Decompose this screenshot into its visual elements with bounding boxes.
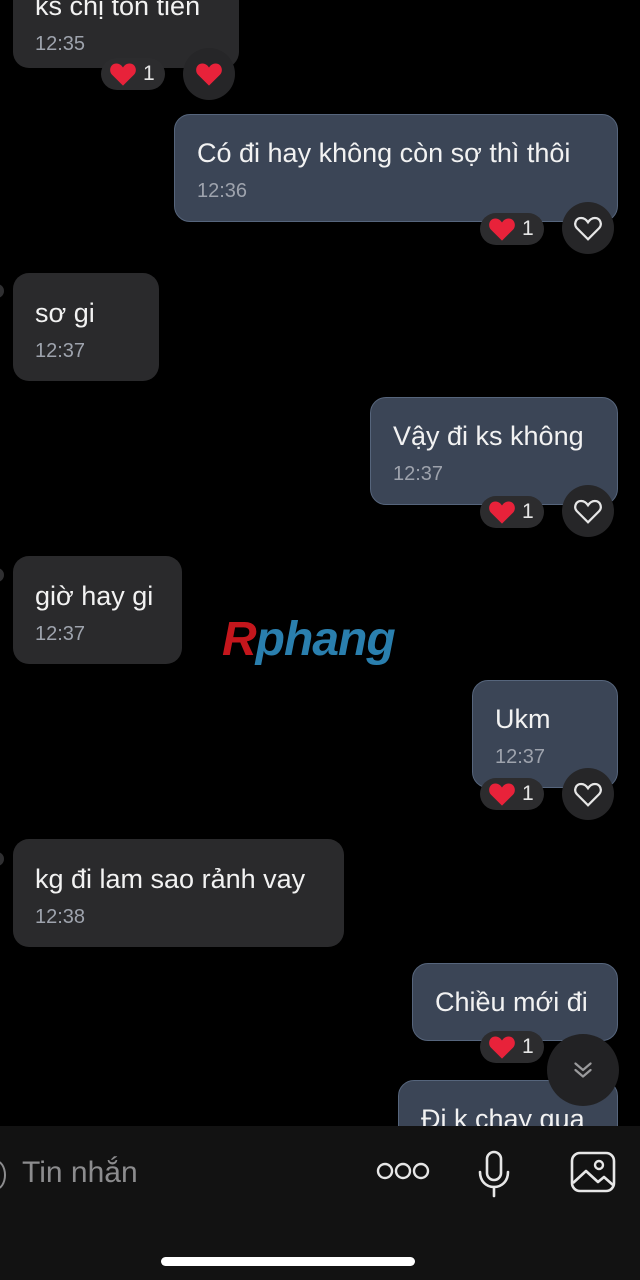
react-button[interactable] (562, 485, 614, 537)
image-icon (570, 1151, 616, 1193)
react-button[interactable] (562, 202, 614, 254)
react-button[interactable] (183, 48, 235, 100)
reaction-count: 1 (522, 500, 534, 523)
message-time: 12:35 (35, 33, 86, 55)
emoji-button[interactable] (0, 1160, 6, 1190)
message-time: 12:37 (35, 623, 86, 645)
heart-filled-icon (110, 63, 136, 86)
reaction-count: 1 (522, 217, 534, 240)
home-indicator (161, 1257, 415, 1266)
message-bubble-incoming[interactable]: giờ hay gi 12:37 (13, 556, 182, 664)
message-input[interactable]: Tin nhắn (22, 1156, 138, 1190)
reaction-count-badge[interactable]: 1 (480, 778, 544, 810)
message-text: Đi k chay qua (421, 1104, 585, 1126)
double-chevron-down-icon (574, 1062, 592, 1078)
avatar[interactable] (0, 284, 4, 298)
reaction-count: 1 (522, 1035, 534, 1058)
react-button[interactable] (562, 768, 614, 820)
message-text: Có đi hay không còn sợ thì thôi (197, 138, 571, 168)
send-image-button[interactable] (569, 1150, 617, 1199)
heart-outline-icon (574, 216, 602, 241)
message-text: Vậy đi ks không (393, 421, 584, 451)
message-text: sơ gi (35, 298, 95, 328)
message-bubble-outgoing[interactable]: Chiều mới đi (412, 963, 618, 1041)
reaction-count-badge[interactable]: 1 (480, 1031, 544, 1063)
reaction-count-badge[interactable]: 1 (101, 58, 165, 90)
more-options-button[interactable] (376, 1160, 430, 1187)
heart-filled-icon (489, 501, 515, 524)
avatar[interactable] (0, 852, 4, 866)
message-text: Ukm (495, 704, 551, 734)
message-time: 12:38 (35, 906, 86, 928)
voice-message-button[interactable] (476, 1150, 512, 1203)
message-text: Chiều mới đi (435, 987, 588, 1017)
reaction-count-badge[interactable]: 1 (480, 213, 544, 245)
message-text: kg đi lam sao rảnh vay (35, 864, 306, 894)
chat-area[interactable]: ks chị tốn tiền 12:35 1 Có đi hay không … (0, 0, 640, 1126)
message-text: ks chị tốn tiền (35, 0, 201, 21)
more-icon (376, 1162, 430, 1180)
message-time: 12:36 (197, 180, 248, 202)
heart-filled-icon (489, 1036, 515, 1059)
heart-filled-icon (489, 783, 515, 806)
microphone-icon (478, 1150, 510, 1198)
message-time: 12:37 (393, 463, 444, 485)
watermark-letter: R (222, 613, 257, 666)
message-bubble-outgoing[interactable]: Có đi hay không còn sợ thì thôi 12:36 (174, 114, 618, 222)
heart-outline-icon (574, 782, 602, 807)
scroll-to-bottom-button[interactable] (547, 1034, 619, 1106)
message-bubble-incoming[interactable]: sơ gi 12:37 (13, 273, 159, 381)
message-time: 12:37 (35, 340, 86, 362)
avatar[interactable] (0, 568, 4, 582)
message-time: 12:37 (495, 746, 546, 768)
reaction-count: 1 (143, 62, 155, 85)
message-composer: Tin nhắn (0, 1126, 640, 1280)
heart-outline-icon (574, 499, 602, 524)
heart-filled-icon (489, 218, 515, 241)
reaction-count: 1 (522, 782, 534, 805)
reaction-count-badge[interactable]: 1 (480, 496, 544, 528)
message-bubble-incoming[interactable]: kg đi lam sao rảnh vay 12:38 (13, 839, 344, 947)
heart-filled-icon (196, 63, 222, 86)
watermark-text: phang (255, 613, 396, 666)
message-text: giờ hay gi (35, 581, 154, 611)
watermark-logo: Rphang (222, 612, 396, 667)
